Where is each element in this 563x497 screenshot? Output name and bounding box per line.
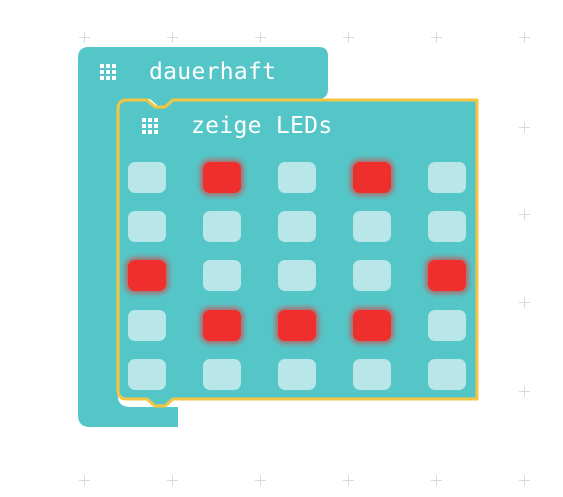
- led-cell-r5-c2[interactable]: [203, 359, 241, 390]
- led-cell-r3-c5[interactable]: [428, 260, 466, 291]
- led-cell-r4-c3[interactable]: [278, 310, 316, 341]
- forever-block-label: dauerhaft: [149, 59, 277, 85]
- led-cell-r1-c4[interactable]: [353, 162, 391, 193]
- led-cell-r3-c2[interactable]: [203, 260, 241, 291]
- led-cell-r1-c5[interactable]: [428, 162, 466, 193]
- show-leds-block-label: zeige LEDs: [191, 113, 333, 139]
- forever-block[interactable]: dauerhaft zeige LEDs: [0, 0, 563, 497]
- led-cell-r1-c1[interactable]: [128, 162, 166, 193]
- led-cell-r5-c3[interactable]: [278, 359, 316, 390]
- led-cell-r3-c3[interactable]: [278, 260, 316, 291]
- led-cell-r2-c5[interactable]: [428, 211, 466, 242]
- led-cell-r2-c4[interactable]: [353, 211, 391, 242]
- forever-led-grid-icon: [100, 64, 118, 82]
- led-cell-r3-c4[interactable]: [353, 260, 391, 291]
- led-cell-r5-c1[interactable]: [128, 359, 166, 390]
- led-cell-r4-c1[interactable]: [128, 310, 166, 341]
- led-cell-r2-c3[interactable]: [278, 211, 316, 242]
- block-shapes: [78, 47, 479, 427]
- led-cell-r1-c3[interactable]: [278, 162, 316, 193]
- led-cell-r2-c1[interactable]: [128, 211, 166, 242]
- led-cell-r4-c2[interactable]: [203, 310, 241, 341]
- led-cell-r5-c5[interactable]: [428, 359, 466, 390]
- show-leds-led-grid-icon: [142, 118, 160, 136]
- led-cell-r1-c2[interactable]: [203, 162, 241, 193]
- blocks-workspace[interactable]: dauerhaft zeige LEDs: [0, 0, 563, 497]
- led-cell-r4-c5[interactable]: [428, 310, 466, 341]
- led-cell-r3-c1[interactable]: [128, 260, 166, 291]
- led-cell-r2-c2[interactable]: [203, 211, 241, 242]
- led-cell-r5-c4[interactable]: [353, 359, 391, 390]
- led-cell-r4-c4[interactable]: [353, 310, 391, 341]
